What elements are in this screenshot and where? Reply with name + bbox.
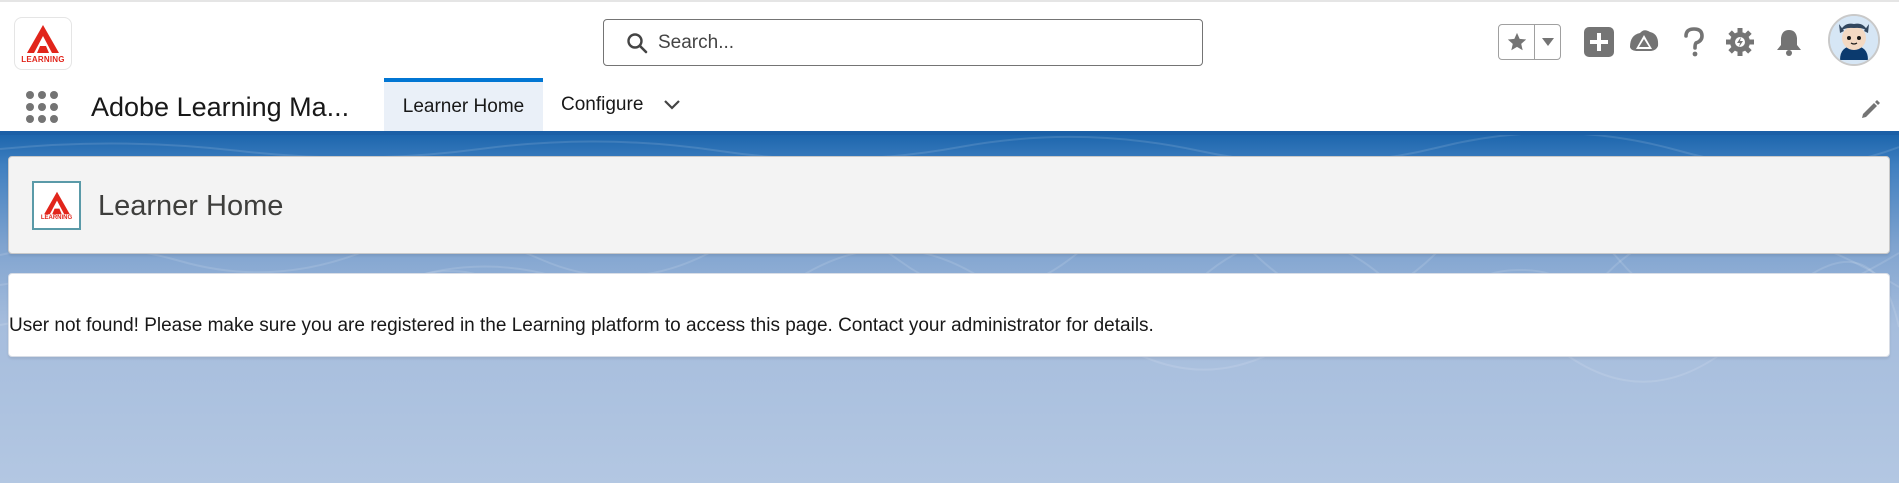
tab-learner-home[interactable]: Learner Home	[384, 78, 543, 131]
adobe-logo-icon	[27, 24, 59, 53]
global-actions-button[interactable]	[1583, 26, 1615, 58]
help-icon	[1684, 27, 1704, 57]
search-input[interactable]	[658, 31, 1178, 54]
global-search[interactable]	[603, 19, 1203, 66]
logo-label: LEARNING	[40, 214, 73, 221]
setup-button[interactable]	[1724, 26, 1756, 58]
favorites-list-button[interactable]	[1535, 25, 1560, 59]
setup-gear-icon	[1726, 28, 1754, 56]
message-card: User not found! Please make sure you are…	[8, 273, 1890, 357]
tab-label: Learner Home	[402, 95, 525, 117]
tab-label: Configure	[561, 93, 644, 115]
app-name: Adobe Learning Ma...	[91, 92, 350, 122]
tab-configure[interactable]: Configure	[561, 78, 681, 131]
edit-pencil-icon[interactable]	[1860, 98, 1882, 120]
avatar-astro-icon	[1830, 16, 1878, 64]
chevron-down-icon[interactable]	[663, 99, 681, 111]
app-launcher-button[interactable]	[25, 90, 59, 124]
app-navigation-bar: Adobe Learning Ma... Learner Home Config…	[0, 78, 1899, 135]
chevron-down-icon	[1541, 38, 1554, 46]
favorites-button[interactable]	[1499, 25, 1535, 59]
trailhead-icon	[1630, 30, 1659, 51]
page-header: LEARNING Learner Home	[8, 156, 1890, 254]
app-launcher-grid-icon	[26, 91, 58, 123]
help-button[interactable]	[1678, 26, 1710, 58]
notifications-button[interactable]	[1773, 26, 1805, 58]
error-message: User not found! Please make sure you are…	[9, 315, 1154, 336]
global-header: LEARNING	[0, 0, 1899, 80]
add-icon	[1584, 27, 1614, 57]
logo-label: LEARNING	[21, 54, 65, 64]
favorites-group	[1498, 24, 1561, 60]
avatar[interactable]	[1828, 14, 1880, 66]
star-icon	[1507, 32, 1526, 51]
notification-bell-icon	[1777, 30, 1801, 56]
adobe-logo-icon	[43, 191, 70, 214]
search-icon	[627, 32, 648, 53]
page-title: Learner Home	[98, 190, 284, 222]
page-logo: LEARNING	[32, 181, 81, 230]
app-logo[interactable]: LEARNING	[14, 17, 72, 70]
trailhead-button[interactable]	[1628, 26, 1660, 58]
